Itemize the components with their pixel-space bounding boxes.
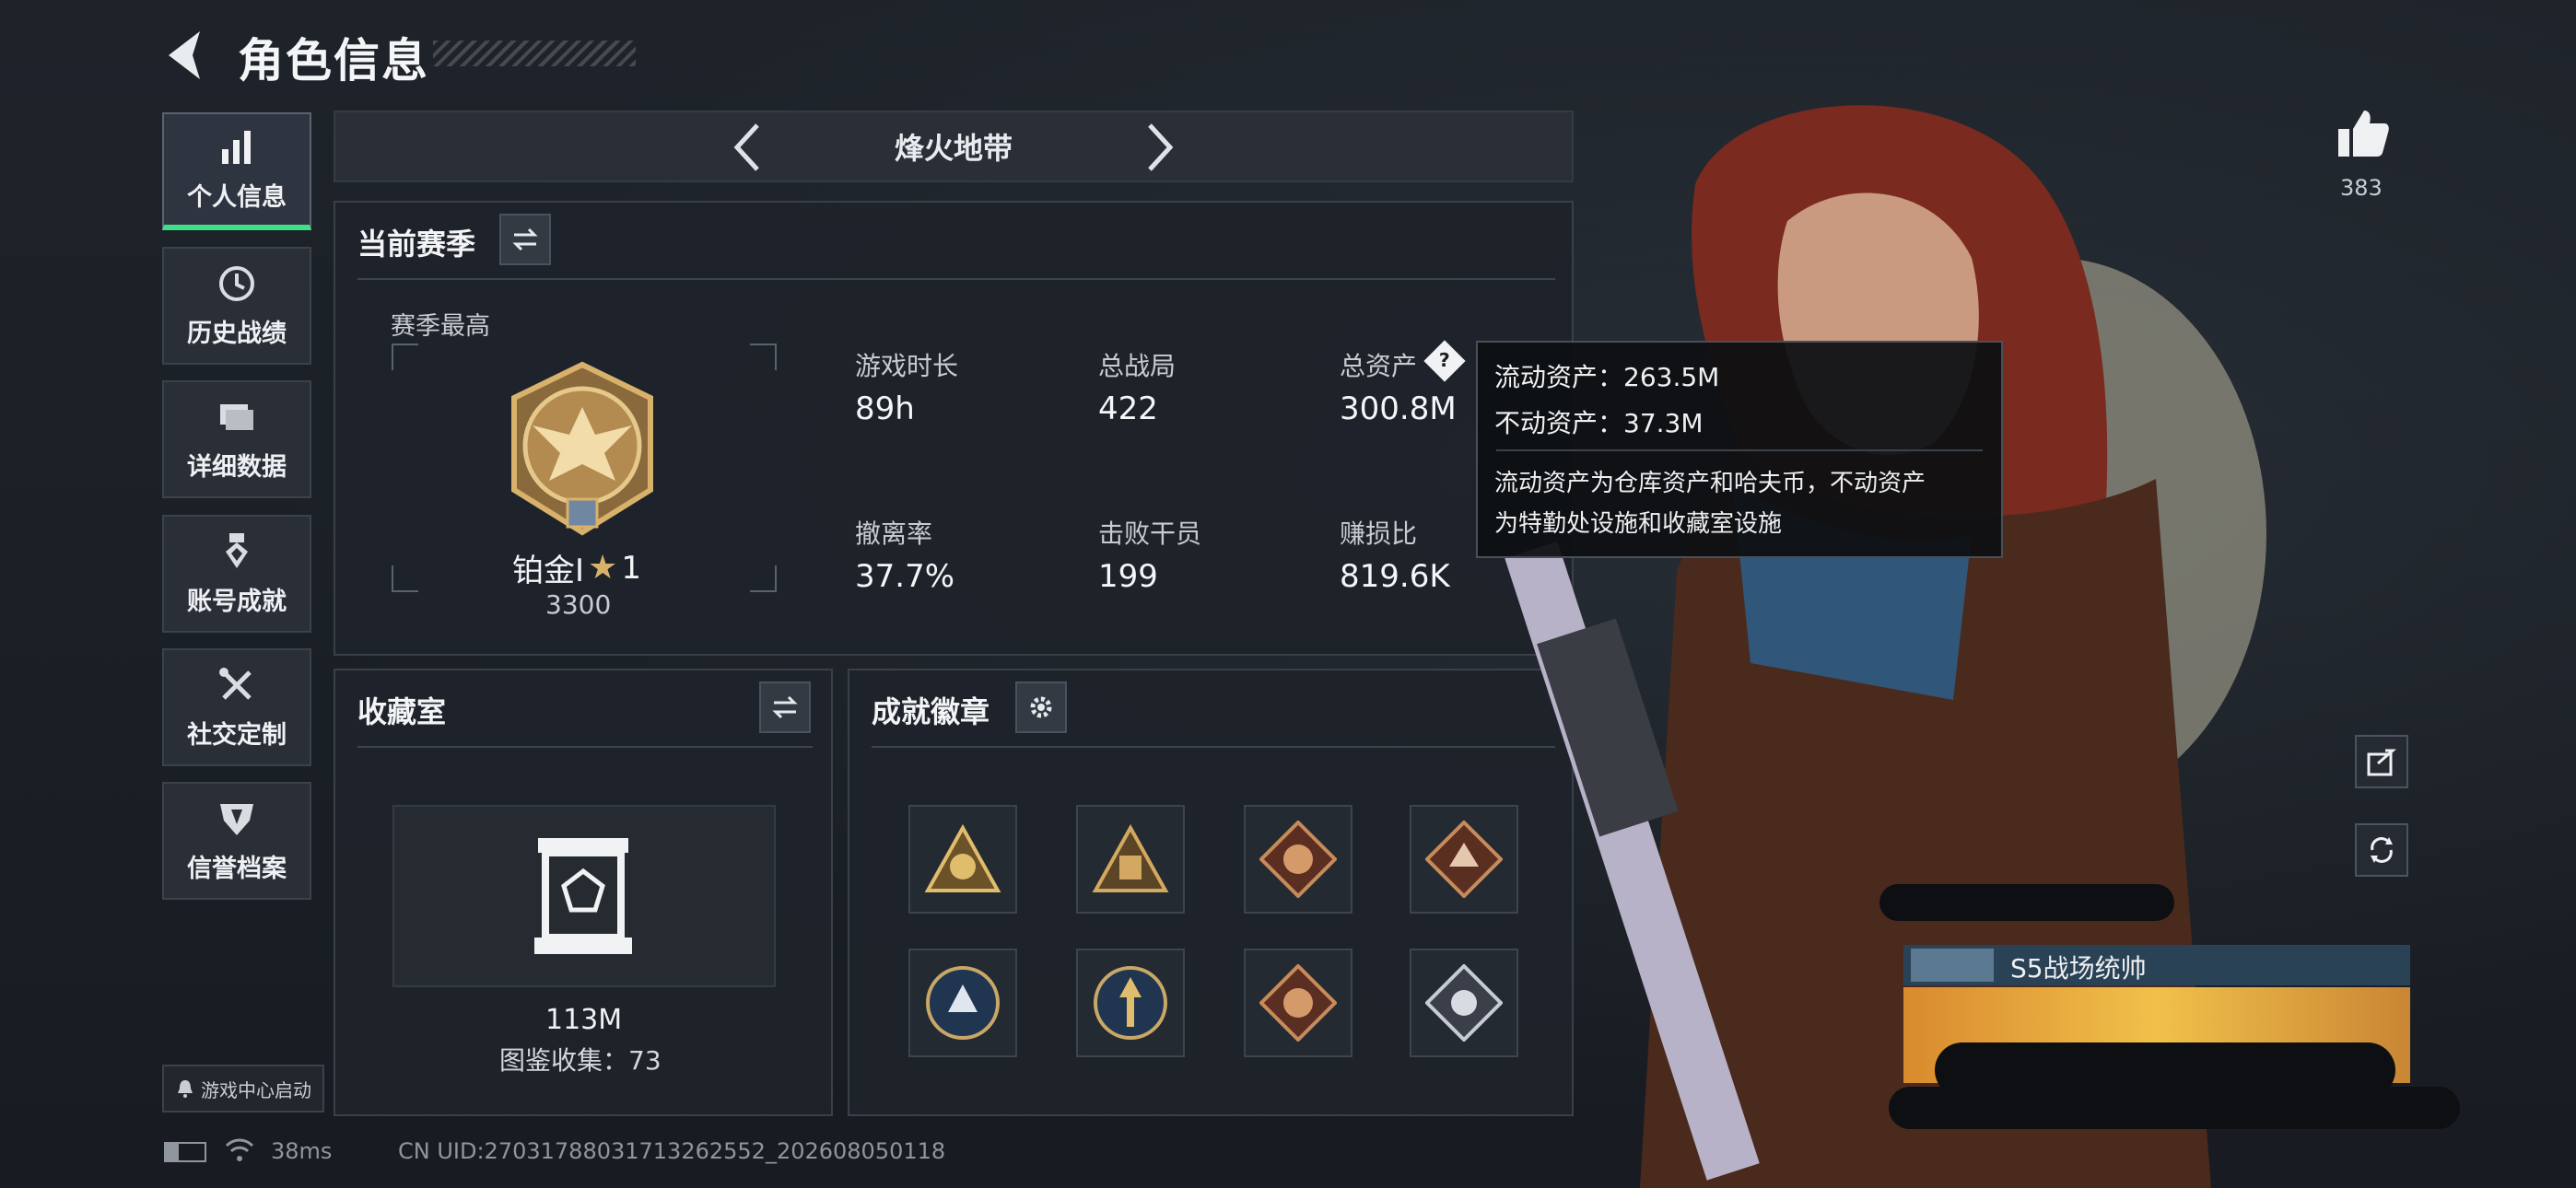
gear-icon [1030, 696, 1052, 718]
sidebar-item-social[interactable]: 社交定制 [162, 648, 311, 766]
tooltip-fixed: 不动资产：37.3M [1494, 408, 1704, 438]
divider [357, 278, 1555, 280]
stat-label: 赚损比 [1340, 518, 1418, 549]
banner-ship-icon [1911, 949, 1994, 982]
collection-catalog: 图鉴收集：73 [499, 1045, 662, 1076]
mode-title: 烽火地带 [894, 131, 1013, 166]
tools-icon [219, 667, 252, 700]
achievement-badge[interactable] [1076, 805, 1185, 914]
sidebar-item-label: 历史战绩 [187, 319, 287, 348]
banner-header: S5战场统帅 [1903, 945, 2410, 985]
stat-value: 422 [1098, 390, 1158, 427]
stat-label: 总资产 [1340, 351, 1418, 381]
uid-text: CN UID:27031788031713262552_202608050118 [398, 1138, 946, 1164]
swap-icon [772, 695, 798, 719]
achievements-title: 成就徽章 [872, 694, 990, 729]
bar-chart-icon [222, 130, 251, 164]
achievement-badge[interactable] [908, 949, 1017, 1057]
redaction-mark [1889, 1087, 2460, 1129]
sidebar-item-label: 账号成就 [187, 587, 287, 616]
banner-title: S5战场统帅 [2010, 953, 2147, 984]
share-icon [2367, 749, 2396, 776]
sidebar-item-label: 信誉档案 [187, 854, 287, 883]
achievement-badge[interactable] [908, 805, 1017, 914]
stat-value: 89h [855, 390, 915, 427]
wolf-round-badge-icon [926, 966, 1000, 1040]
stat-value: 819.6K [1340, 558, 1450, 595]
stat-label: 游戏时长 [855, 351, 959, 381]
season-title: 当前赛季 [357, 227, 476, 262]
rank-emblem-icon [511, 361, 653, 536]
stat-label: 击败干员 [1098, 518, 1202, 549]
game-center-label: 游戏中心启动 [201, 1078, 311, 1101]
ping-text: 38ms [271, 1138, 333, 1164]
gold-triangle-badge-icon [924, 824, 1001, 892]
stat-label: 撤离率 [855, 518, 933, 549]
stat-label: 总战局 [1098, 351, 1177, 381]
sidebar-item-achievements[interactable]: 账号成就 [162, 515, 311, 633]
rank-name: 铂金I [512, 553, 585, 589]
sidebar-item-label: 详细数据 [187, 452, 287, 482]
asset-tooltip: 流动资产：263.5M 不动资产：37.3M 流动资产为仓库资产和哈夫币，不动资… [1476, 341, 2003, 558]
rank-stars: 1 [621, 549, 641, 587]
achievements-settings-button[interactable] [1015, 681, 1067, 733]
history-icon [219, 265, 254, 301]
rank-name-row: 铂金I ★ 1 [512, 545, 641, 590]
chevron-right-icon[interactable] [1141, 120, 1177, 175]
refresh-button[interactable] [2355, 823, 2408, 877]
sidebar-item-history[interactable]: 历史战绩 [162, 247, 311, 365]
rank-points: 3300 [545, 589, 612, 620]
like-count: 383 [2340, 175, 2383, 201]
folder-icon [220, 403, 253, 430]
season-highest-label: 赛季最高 [391, 312, 490, 341]
divider [357, 746, 813, 748]
vault-icon [534, 838, 632, 954]
divider [872, 746, 1555, 748]
shield-icon [220, 803, 253, 835]
star-icon: ★ [588, 549, 618, 587]
stat-value: 199 [1098, 558, 1158, 595]
back-arrow-icon[interactable] [161, 28, 207, 83]
tooltip-divider [1496, 449, 1983, 451]
share-button[interactable] [2355, 735, 2408, 788]
thumbs-up-icon[interactable] [2336, 107, 2390, 158]
redaction-mark [1879, 884, 2174, 921]
dragon-diamond-badge-icon [1259, 964, 1337, 1042]
refresh-icon [2371, 837, 2393, 863]
collection-value: 113M [545, 1004, 623, 1036]
game-center-button[interactable]: 游戏中心启动 [162, 1065, 324, 1112]
stat-value: 37.7% [855, 558, 955, 595]
collection-switch-button[interactable] [759, 681, 811, 733]
bronze-triangle-badge-icon [1092, 824, 1169, 892]
stat-value: 300.8M [1340, 390, 1457, 427]
sidebar-item-credit[interactable]: 信誉档案 [162, 782, 311, 900]
swap-icon [512, 227, 538, 251]
season-switch-button[interactable] [499, 214, 551, 265]
sidebar-item-label: 个人信息 [187, 182, 287, 212]
sidebar-item-personal-info[interactable]: 个人信息 [162, 112, 311, 230]
arrow-round-badge-icon [1094, 966, 1167, 1040]
sidebar-item-label: 社交定制 [187, 720, 287, 750]
battery-icon [164, 1142, 206, 1162]
tooltip-desc-line1: 流动资产为仓库资产和哈夫币，不动资产 [1494, 470, 1926, 497]
bell-icon [178, 1080, 193, 1098]
sidebar-item-detail-data[interactable]: 详细数据 [162, 380, 311, 498]
chevron-left-icon[interactable] [730, 120, 767, 175]
page-title: 角色信息 [238, 34, 429, 87]
collection-title: 收藏室 [357, 694, 447, 729]
dragon-diamond-badge-icon [1259, 821, 1337, 898]
title-decoration [433, 41, 636, 66]
achievement-badge[interactable] [1076, 949, 1185, 1057]
achievement-badge[interactable] [1244, 805, 1352, 914]
tooltip-desc-line2: 为特勤处设施和收藏室设施 [1494, 510, 1783, 538]
medal-icon [226, 532, 248, 568]
achievement-badge[interactable] [1244, 949, 1352, 1057]
tooltip-liquid: 流动资产：263.5M [1494, 362, 1720, 392]
wifi-icon [225, 1138, 254, 1161]
